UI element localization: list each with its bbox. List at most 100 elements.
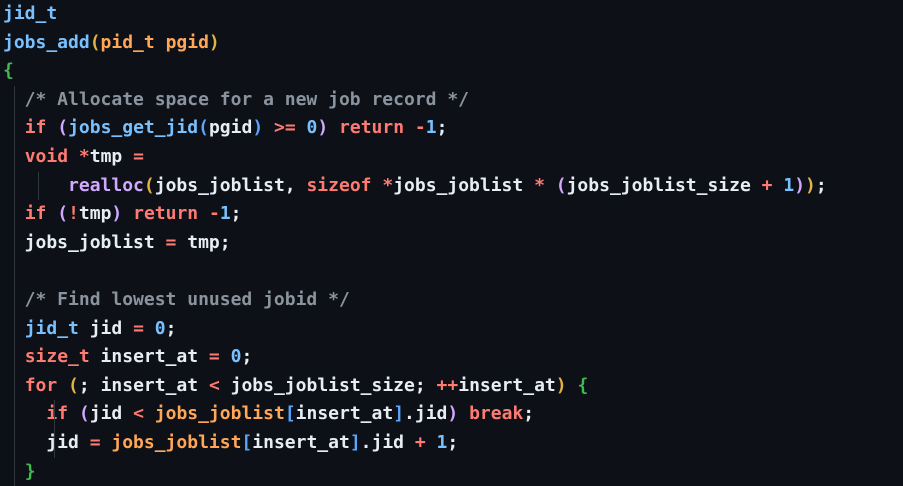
indent-guide xyxy=(14,343,15,372)
code-token: 1 xyxy=(220,203,231,224)
code-token: if xyxy=(46,403,68,424)
indent-guide xyxy=(14,257,15,286)
code-line[interactable]: jobs_add(pid_t pgid) xyxy=(0,29,903,58)
code-token: realloc xyxy=(68,175,144,196)
code-line[interactable]: { xyxy=(0,57,903,86)
code-token: ; xyxy=(415,375,437,396)
code-token: ( xyxy=(144,175,155,196)
code-line[interactable]: realloc(jobs_joblist, sizeof *jobs_jobli… xyxy=(0,172,903,201)
code-line[interactable]: jid_t jid = 0; xyxy=(0,315,903,344)
code-token: insert_at xyxy=(458,375,556,396)
code-token xyxy=(3,260,14,281)
code-token: tmp xyxy=(79,203,112,224)
code-token: ) xyxy=(794,175,805,196)
code-token: = xyxy=(122,146,144,167)
code-token: ++ xyxy=(437,375,459,396)
code-token: ; xyxy=(816,175,827,196)
code-token: jobs_joblist xyxy=(155,403,285,424)
code-token: sizeof xyxy=(306,175,371,196)
code-token: 0 xyxy=(231,346,242,367)
code-token: + xyxy=(404,432,437,453)
code-token: jobs_add xyxy=(3,32,90,53)
indent-guide xyxy=(14,458,15,486)
code-token: ( xyxy=(556,175,567,196)
code-token: - xyxy=(404,117,426,138)
code-line[interactable]: /* Find lowest unused jobid */ xyxy=(0,286,903,315)
code-token: ) xyxy=(209,32,220,53)
indent-guide xyxy=(38,172,39,201)
code-token xyxy=(46,203,57,224)
code-token: ( xyxy=(90,32,101,53)
code-token: pgid xyxy=(155,32,209,53)
code-line[interactable]: /* Allocate space for a new job record *… xyxy=(0,86,903,115)
code-token: = xyxy=(198,346,231,367)
code-token: [ xyxy=(241,432,252,453)
code-token: jobs_joblist xyxy=(393,175,523,196)
code-token: jobs_joblist xyxy=(155,175,285,196)
code-token: .jid xyxy=(361,432,404,453)
code-line[interactable]: } xyxy=(0,458,903,486)
code-token: tmp xyxy=(90,146,123,167)
code-line[interactable]: void *tmp = xyxy=(0,143,903,172)
code-token: * xyxy=(68,146,90,167)
code-token: insert_at xyxy=(252,432,350,453)
code-line[interactable]: jid_t xyxy=(0,0,903,29)
indent-guide xyxy=(14,200,15,229)
code-token: if xyxy=(25,117,47,138)
code-line[interactable]: jobs_joblist = tmp; xyxy=(0,229,903,258)
code-token: ; xyxy=(447,432,458,453)
code-line[interactable]: for (; insert_at < jobs_joblist_size; ++… xyxy=(0,372,903,401)
code-token: ) xyxy=(447,403,458,424)
code-token: < xyxy=(198,375,231,396)
code-token: if xyxy=(25,203,47,224)
code-token: ( xyxy=(57,203,68,224)
code-token: jid xyxy=(90,403,123,424)
code-token: * xyxy=(523,175,556,196)
code-token: jobs_joblist_size xyxy=(231,375,415,396)
code-token: + xyxy=(751,175,784,196)
code-token: ; insert_at xyxy=(79,375,198,396)
indent-guide xyxy=(54,400,55,429)
code-token: ( xyxy=(57,117,68,138)
code-line[interactable]: if (!tmp) return -1; xyxy=(0,200,903,229)
code-token: ) xyxy=(317,117,328,138)
code-token: ( xyxy=(68,375,79,396)
code-token xyxy=(122,203,133,224)
indent-guide xyxy=(14,400,15,429)
code-token: 1 xyxy=(783,175,794,196)
code-token: return xyxy=(133,203,198,224)
code-token: /* Allocate space for a new job record *… xyxy=(3,89,469,110)
code-token: 1 xyxy=(437,432,448,453)
code-token: { xyxy=(577,375,588,396)
code-token: ( xyxy=(79,403,90,424)
code-token xyxy=(328,117,339,138)
code-token: jid xyxy=(79,318,122,339)
indent-guide xyxy=(14,372,15,401)
indent-guide xyxy=(14,286,15,315)
code-token: size_t xyxy=(25,346,90,367)
code-token: pgid xyxy=(209,117,252,138)
code-token: insert_at xyxy=(296,403,394,424)
code-token: = xyxy=(155,232,188,253)
code-token: break xyxy=(469,403,523,424)
code-token: pid_t xyxy=(101,32,155,53)
code-token: void xyxy=(25,146,68,167)
code-token: ; xyxy=(166,318,177,339)
code-line[interactable]: if (jid < jobs_joblist[insert_at].jid) b… xyxy=(0,400,903,429)
code-token: ; xyxy=(523,403,534,424)
code-token: >= xyxy=(263,117,306,138)
code-line[interactable]: if (jobs_get_jid(pgid) >= 0) return -1; xyxy=(0,114,903,143)
code-token: - xyxy=(198,203,220,224)
code-token: = xyxy=(122,318,155,339)
indent-guide xyxy=(14,143,15,172)
code-token xyxy=(68,403,79,424)
code-line[interactable]: jid = jobs_joblist[insert_at].jid + 1; xyxy=(0,429,903,458)
code-token xyxy=(3,175,68,196)
code-token: tmp xyxy=(187,232,220,253)
code-token: /* Find lowest unused jobid */ xyxy=(3,289,350,310)
code-editor[interactable]: jid_tjobs_add(pid_t pgid){ /* Allocate s… xyxy=(0,0,903,484)
code-line[interactable]: size_t insert_at = 0; xyxy=(0,343,903,372)
code-line[interactable] xyxy=(0,257,903,286)
indent-guide xyxy=(14,315,15,344)
code-token: jobs_joblist xyxy=(111,432,241,453)
